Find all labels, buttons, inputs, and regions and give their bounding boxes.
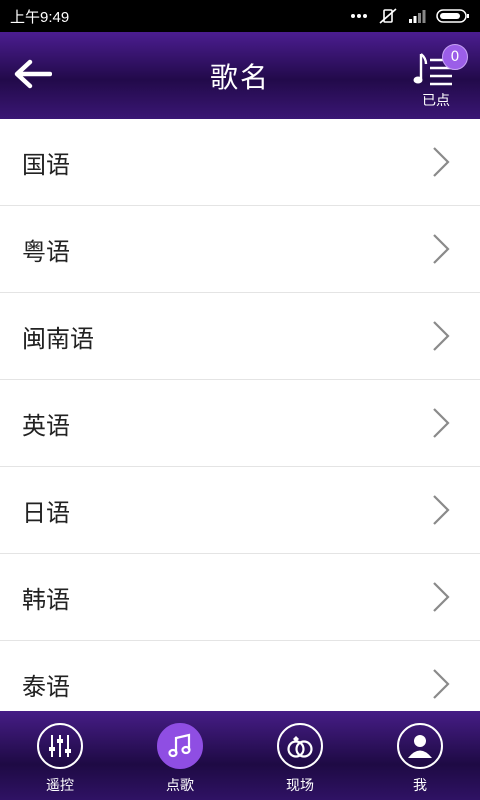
list-item-cantonese[interactable]: 粤语 [0, 206, 480, 293]
list-item-label: 闽南语 [22, 324, 94, 353]
music-note-icon [168, 733, 191, 758]
nav-icon-circle [37, 723, 83, 769]
list-item-japanese[interactable]: 日语 [0, 467, 480, 554]
nav-item-remote[interactable]: 遥控 [0, 711, 120, 800]
list-item-label: 韩语 [22, 585, 70, 614]
chevron-right-icon [433, 582, 450, 612]
chevron-right-icon [433, 495, 450, 525]
nav-icon-circle [157, 723, 203, 769]
list-item-label: 日语 [22, 498, 70, 527]
list-item-english[interactable]: 英语 [0, 380, 480, 467]
chevron-right-icon [433, 321, 450, 351]
list-item-korean[interactable]: 韩语 [0, 554, 480, 641]
list-item-label: 国语 [22, 150, 70, 179]
chevron-right-icon [433, 408, 450, 438]
nav-label: 遥控 [46, 778, 74, 794]
header-bar: 歌名 已点 0 [0, 32, 480, 119]
rings-icon [287, 736, 313, 758]
list-item-mandarin[interactable]: 国语 [0, 119, 480, 206]
chevron-right-icon [433, 669, 450, 699]
status-time: 上午9:49 [10, 8, 70, 26]
playlist-label: 已点 [422, 93, 450, 109]
playlist-count-badge: 0 [442, 44, 468, 70]
chevron-right-icon [433, 234, 450, 264]
nav-label: 我 [413, 778, 427, 794]
nav-icon-circle [277, 723, 323, 769]
battery-icon [436, 9, 469, 23]
user-icon [408, 735, 432, 758]
nav-item-live[interactable]: 现场 [240, 711, 360, 800]
status-icons [350, 7, 470, 25]
bottom-nav: 遥控 点歌 现场 我 [0, 711, 480, 800]
language-category-list: 国语 粤语 闽南语 英语 日语 韩语 泰语 [0, 119, 480, 711]
nav-label: 点歌 [166, 778, 194, 794]
list-item-hokkien[interactable]: 闽南语 [0, 293, 480, 380]
nav-label: 现场 [286, 778, 314, 794]
more-dots-icon [351, 14, 367, 18]
status-bar: 上午9:49 [0, 0, 480, 32]
sliders-icon [49, 735, 71, 757]
nav-item-me[interactable]: 我 [360, 711, 480, 800]
list-item-label: 泰语 [22, 672, 70, 701]
nav-item-song-request[interactable]: 点歌 [120, 711, 240, 800]
list-item-thai[interactable]: 泰语 [0, 641, 480, 711]
list-item-label: 英语 [22, 411, 70, 440]
mute-icon [379, 8, 397, 24]
list-item-label: 粤语 [22, 237, 70, 266]
signal-icon [409, 10, 426, 23]
nav-icon-circle [397, 723, 443, 769]
chevron-right-icon [433, 147, 450, 177]
